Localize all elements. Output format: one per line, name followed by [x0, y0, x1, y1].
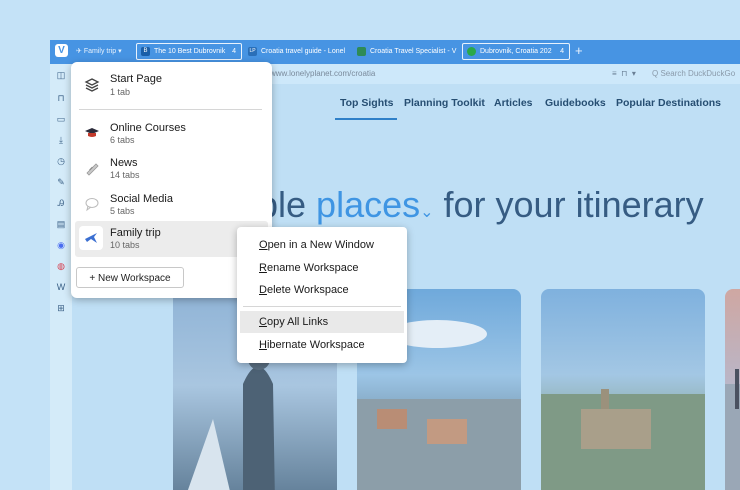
- rename-workspace-item[interactable]: Rename Workspace: [259, 262, 358, 274]
- menu-item-label: ibernate Workspace: [266, 339, 365, 351]
- notes-icon[interactable]: ✎: [56, 177, 66, 187]
- tab-title: Croatia Travel Specialist - V: [370, 48, 457, 55]
- chevron-down-icon[interactable]: ▾: [632, 69, 636, 78]
- search-field[interactable]: Q Search DuckDuckGo: [652, 69, 735, 78]
- workspace-icon-frame: [79, 226, 103, 250]
- workspace-indicator[interactable]: ✈ Family trip ▾: [76, 44, 122, 60]
- vivaldi-logo-icon[interactable]: V: [55, 44, 68, 57]
- tab-dubrovnik-croatia[interactable]: Dubrovnik, Croatia 202 4: [462, 43, 570, 60]
- accelerator-key: H: [259, 339, 267, 351]
- copy-all-links-item[interactable]: Copy All Links: [240, 311, 404, 333]
- workspace-title: News: [110, 157, 138, 169]
- nav-planning-toolkit[interactable]: Planning Toolkit: [404, 97, 485, 109]
- booking-favicon-icon: B: [141, 47, 150, 56]
- destination-card-city-view[interactable]: [541, 289, 705, 490]
- open-in-new-window-item[interactable]: Open in a New Window: [259, 239, 374, 251]
- copy-all-links-text: Copy All Links: [259, 316, 328, 328]
- hibernate-workspace-item[interactable]: Hibernate Workspace: [259, 339, 365, 351]
- start-page-sub: 1 tab: [110, 87, 131, 97]
- chevron-down-icon: ▾: [118, 48, 122, 55]
- places-dropdown[interactable]: places⌄: [316, 184, 433, 225]
- search-engine-icon: Q: [652, 69, 659, 78]
- workspace-title: Family trip: [110, 227, 161, 239]
- wikipedia-icon[interactable]: W: [56, 282, 66, 292]
- reading-list-icon[interactable]: ▭: [56, 114, 66, 124]
- accelerator-key: R: [259, 262, 267, 274]
- site-favicon-icon: [357, 47, 366, 56]
- url-field[interactable]: www.lonelyplanet.com/croatia: [270, 69, 375, 78]
- tab-title: Dubrovnik, Croatia 202: [480, 48, 552, 55]
- workspace-indicator-label: Family trip: [83, 48, 117, 55]
- tab-stack-count: 4: [232, 48, 236, 55]
- workspace-tab-count: 10 tabs: [110, 240, 140, 250]
- nav-popular-destinations[interactable]: Popular Destinations: [616, 97, 721, 109]
- tab-croatia-travel-specialist[interactable]: Croatia Travel Specialist - V: [353, 43, 459, 60]
- history-icon[interactable]: ◷: [56, 156, 66, 166]
- destination-card-seaside[interactable]: [725, 289, 740, 490]
- address-bar-tools: ≡ ⊓ ▾: [612, 69, 636, 78]
- layers-icon: [84, 78, 100, 92]
- nav-articles[interactable]: Articles: [494, 97, 533, 109]
- tab-title: The 10 Best Dubrovnik: [154, 48, 226, 55]
- window-panel-icon[interactable]: ▤: [56, 219, 66, 229]
- tab-the-10-best-dubrovnik[interactable]: B The 10 Best Dubrovnik 4: [136, 43, 242, 60]
- workspace-title: Online Courses: [110, 122, 186, 134]
- tab-title: Croatia travel guide - Lonel: [261, 48, 346, 55]
- translate-icon[interactable]: Ꭿ: [56, 198, 66, 208]
- menu-separator: [243, 306, 401, 307]
- nav-active-underline: [335, 118, 397, 120]
- panel-toggle-icon[interactable]: ◫: [56, 70, 66, 80]
- new-workspace-button[interactable]: + New Workspace: [76, 267, 184, 288]
- tab-croatia-travel-guide[interactable]: LP Croatia travel guide - Lonel: [244, 43, 350, 60]
- graduation-cap-icon: [85, 128, 99, 137]
- menu-item-label: ename Workspace: [266, 262, 359, 274]
- tab-stack-count: 4: [560, 48, 564, 55]
- city-view-image: [541, 389, 705, 490]
- newspaper-icon: [86, 163, 99, 176]
- lonely-planet-favicon-icon: LP: [248, 47, 257, 56]
- menu-item-label: elete Workspace: [266, 284, 349, 296]
- vivaldi-mail-icon[interactable]: ◍: [56, 261, 66, 271]
- accelerator-key: C: [259, 316, 267, 328]
- hero-heading: ple places⌄ for your itinerary: [258, 184, 704, 226]
- seaside-image: [725, 369, 740, 490]
- chevron-down-icon: ⌄: [420, 204, 434, 221]
- search-placeholder: Search DuckDuckGo: [660, 69, 736, 78]
- workspace-context-menu: Open in a New Window Rename Workspace De…: [237, 227, 407, 363]
- page-actions-icon[interactable]: ≡: [612, 69, 617, 78]
- nav-top-sights[interactable]: Top Sights: [340, 97, 393, 109]
- menu-item-label: opy All Links: [266, 316, 329, 328]
- accelerator-key: D: [259, 284, 267, 296]
- workspace-title: Social Media: [110, 193, 173, 205]
- bookmark-page-icon[interactable]: ⊓: [621, 69, 627, 78]
- add-web-panel-icon[interactable]: ⊞: [56, 303, 66, 313]
- bookmarks-icon[interactable]: ⊓: [56, 93, 66, 103]
- side-panel: ◫ ⊓ ▭ ⤓ ◷ ✎ Ꭿ ▤ ◉ ◍ W ⊞: [50, 64, 73, 490]
- airplane-icon: [85, 233, 97, 243]
- mastodon-icon[interactable]: ◉: [56, 240, 66, 250]
- delete-workspace-item[interactable]: Delete Workspace: [259, 284, 349, 296]
- new-tab-button[interactable]: +: [575, 42, 583, 60]
- menu-item-label: pen in a New Window: [267, 239, 374, 251]
- workspace-tab-count: 6 tabs: [110, 135, 135, 145]
- hero-highlight: places: [316, 184, 421, 225]
- downloads-icon[interactable]: ⤓: [56, 135, 66, 145]
- menu-separator: [79, 109, 262, 110]
- hero-text-part: for your itinerary: [433, 184, 704, 225]
- airplane-icon: ✈: [76, 48, 82, 55]
- accelerator-key: O: [259, 239, 268, 251]
- tripadvisor-favicon-icon: [467, 47, 476, 56]
- tab-bar: V ✈ Family trip ▾ B The 10 Best Dubrovni…: [50, 40, 740, 64]
- start-page-title: Start Page: [110, 73, 162, 85]
- nav-guidebooks[interactable]: Guidebooks: [545, 97, 606, 109]
- chat-bubble-icon: [85, 198, 99, 212]
- workspace-tab-count: 14 tabs: [110, 170, 140, 180]
- workspace-tab-count: 5 tabs: [110, 206, 135, 216]
